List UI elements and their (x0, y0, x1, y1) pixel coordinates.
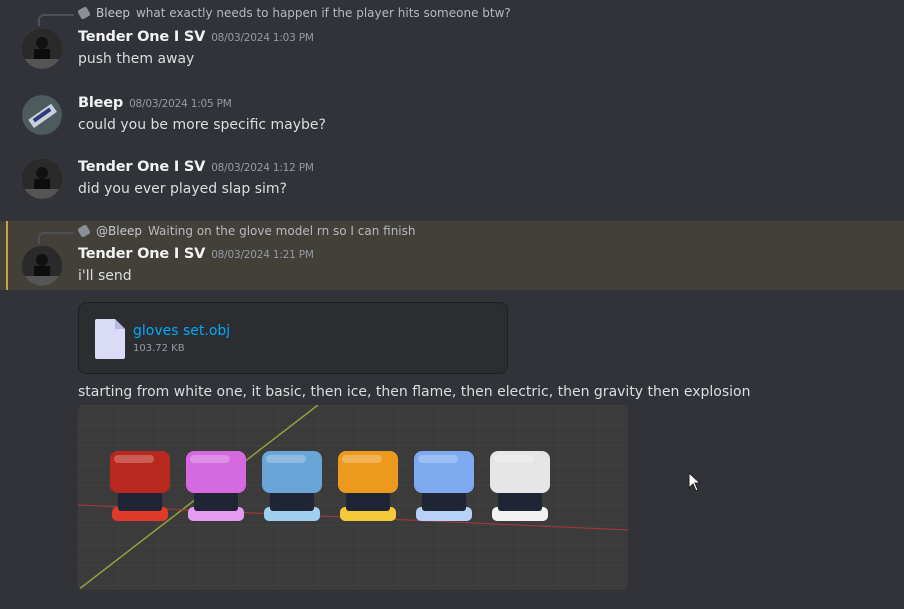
glove-model (186, 451, 246, 521)
file-icon (95, 319, 125, 359)
file-size: 103.72 KB (133, 343, 185, 354)
avatar-tender-icon (22, 159, 62, 199)
reply-author[interactable]: Bleep (96, 6, 130, 20)
timestamp: 08/03/2024 1:03 PM (211, 32, 314, 44)
author-name[interactable]: Tender One I SV 08/03/2024 1:03 PM (78, 29, 314, 45)
glove-models-render (78, 405, 628, 590)
reply-avatar-icon (78, 225, 90, 237)
file-name-link[interactable]: gloves set.obj (133, 323, 230, 339)
reply-author[interactable]: @Bleep (96, 224, 142, 238)
message-text: did you ever played slap sim? (78, 181, 287, 197)
glove-model (490, 451, 550, 521)
reply-avatar-icon (78, 7, 90, 19)
glove-model (110, 451, 170, 521)
author-name[interactable]: Tender One I SV 08/03/2024 1:12 PM (78, 159, 314, 175)
image-preview[interactable] (78, 405, 628, 590)
avatar-tender-icon (22, 29, 62, 69)
timestamp: 08/03/2024 1:05 PM (129, 98, 232, 110)
followup-message-text: starting from white one, it basic, then … (78, 384, 751, 400)
reply-text: what exactly needs to happen if the play… (135, 6, 511, 20)
reply-preview[interactable]: Bleep what exactly needs to happen if th… (78, 6, 511, 20)
mouse-cursor-icon (688, 472, 702, 492)
avatar-bleep-icon (22, 95, 62, 135)
glove-model (262, 451, 322, 521)
timestamp: 08/03/2024 1:21 PM (211, 249, 314, 261)
avatar[interactable] (22, 246, 62, 286)
file-attachment[interactable]: gloves set.obj 103.72 KB (78, 302, 508, 374)
glove-model (338, 451, 398, 521)
reply-preview[interactable]: @Bleep Waiting on the glove model rn so … (78, 224, 416, 238)
timestamp: 08/03/2024 1:12 PM (211, 162, 314, 174)
mention-highlight-bar (6, 221, 8, 290)
message-text: push them away (78, 51, 195, 67)
glove-model (414, 451, 474, 521)
author-name[interactable]: Tender One I SV 08/03/2024 1:21 PM (78, 246, 314, 262)
avatar[interactable] (22, 29, 62, 69)
avatar[interactable] (22, 159, 62, 199)
message-text: i'll send (78, 268, 132, 284)
avatar-tender-icon (22, 246, 62, 286)
reply-connector (38, 232, 74, 244)
avatar[interactable] (22, 95, 62, 135)
reply-connector (38, 14, 74, 26)
message-text: could you be more specific maybe? (78, 117, 326, 133)
reply-text: Waiting on the glove model rn so I can f… (147, 224, 416, 238)
author-name[interactable]: Bleep 08/03/2024 1:05 PM (78, 95, 232, 111)
